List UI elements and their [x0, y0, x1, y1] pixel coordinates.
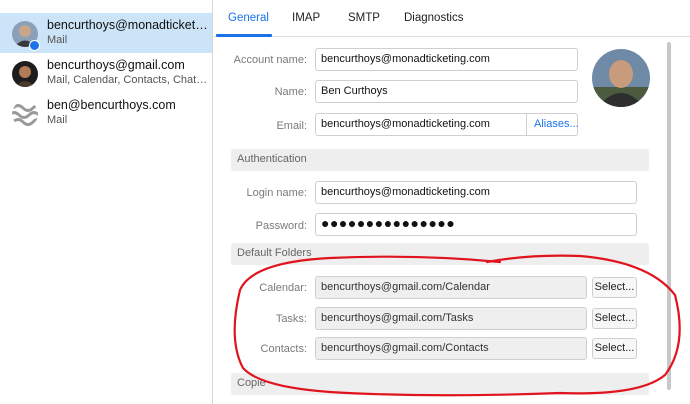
account-services: Mail: [47, 34, 68, 46]
avatar: [12, 61, 38, 87]
account-services: Mail, Calendar, Contacts, Chat, Onli...: [47, 74, 210, 86]
tab-smtp[interactable]: SMTP: [348, 12, 380, 24]
mail-account-badge-icon: [29, 40, 40, 51]
tab-imap[interactable]: IMAP: [292, 12, 320, 24]
login-name-label: Login name:: [246, 187, 307, 199]
calendar-label: Calendar:: [259, 282, 307, 294]
account-list: bencurthoys@monadticketing... Mail bencu…: [0, 0, 213, 404]
tab-general[interactable]: General: [228, 12, 269, 24]
account-name: ben@bencurthoys.com: [47, 98, 176, 112]
account-services: Mail: [47, 114, 68, 126]
password-field[interactable]: ●●●●●●●●●●●●●●●: [315, 213, 637, 236]
tasks-folder-field: bencurthoys@gmail.com/Tasks: [315, 307, 587, 330]
active-tab-indicator: [216, 34, 272, 37]
default-folders-section-header: Default Folders: [231, 243, 649, 265]
account-item-gmail[interactable]: bencurthoys@gmail.com Mail, Calendar, Co…: [0, 53, 212, 93]
contacts-label: Contacts:: [260, 343, 307, 355]
password-label: Password:: [255, 220, 307, 232]
account-name-label: Account name:: [233, 54, 307, 66]
account-name: bencurthoys@monadticketing...: [47, 18, 210, 32]
calendar-select-button[interactable]: Select...: [592, 277, 637, 298]
settings-tabs: General IMAP SMTP Diagnostics: [214, 0, 690, 37]
tasks-label: Tasks:: [275, 313, 307, 325]
email-field[interactable]: bencurthoys@monadticketing.com: [315, 113, 527, 136]
account-photo[interactable]: [592, 49, 650, 107]
account-item-bencurthoys[interactable]: ben@bencurthoys.com Mail: [0, 93, 212, 133]
account-name-field[interactable]: bencurthoys@monadticketing.com: [315, 48, 578, 71]
name-label: Name:: [274, 86, 307, 98]
calendar-folder-field: bencurthoys@gmail.com/Calendar: [315, 276, 587, 299]
wave-logo-icon: [12, 101, 38, 127]
account-name: bencurthoys@gmail.com: [47, 58, 185, 72]
name-field[interactable]: Ben Curthoys: [315, 80, 578, 103]
contacts-select-button[interactable]: Select...: [592, 338, 637, 359]
scrollbar-thumb[interactable]: [667, 42, 671, 390]
tasks-select-button[interactable]: Select...: [592, 308, 637, 329]
aliases-button[interactable]: Aliases...: [526, 113, 579, 136]
account-item-monadticketing[interactable]: bencurthoys@monadticketing... Mail: [0, 13, 212, 53]
email-label: Email:: [276, 120, 307, 132]
copies-section-header: Copie: [231, 373, 649, 395]
contacts-folder-field: bencurthoys@gmail.com/Contacts: [315, 337, 587, 360]
tab-diagnostics[interactable]: Diagnostics: [404, 12, 463, 24]
login-name-field[interactable]: bencurthoys@monadticketing.com: [315, 181, 637, 204]
authentication-section-header: Authentication: [231, 149, 649, 171]
